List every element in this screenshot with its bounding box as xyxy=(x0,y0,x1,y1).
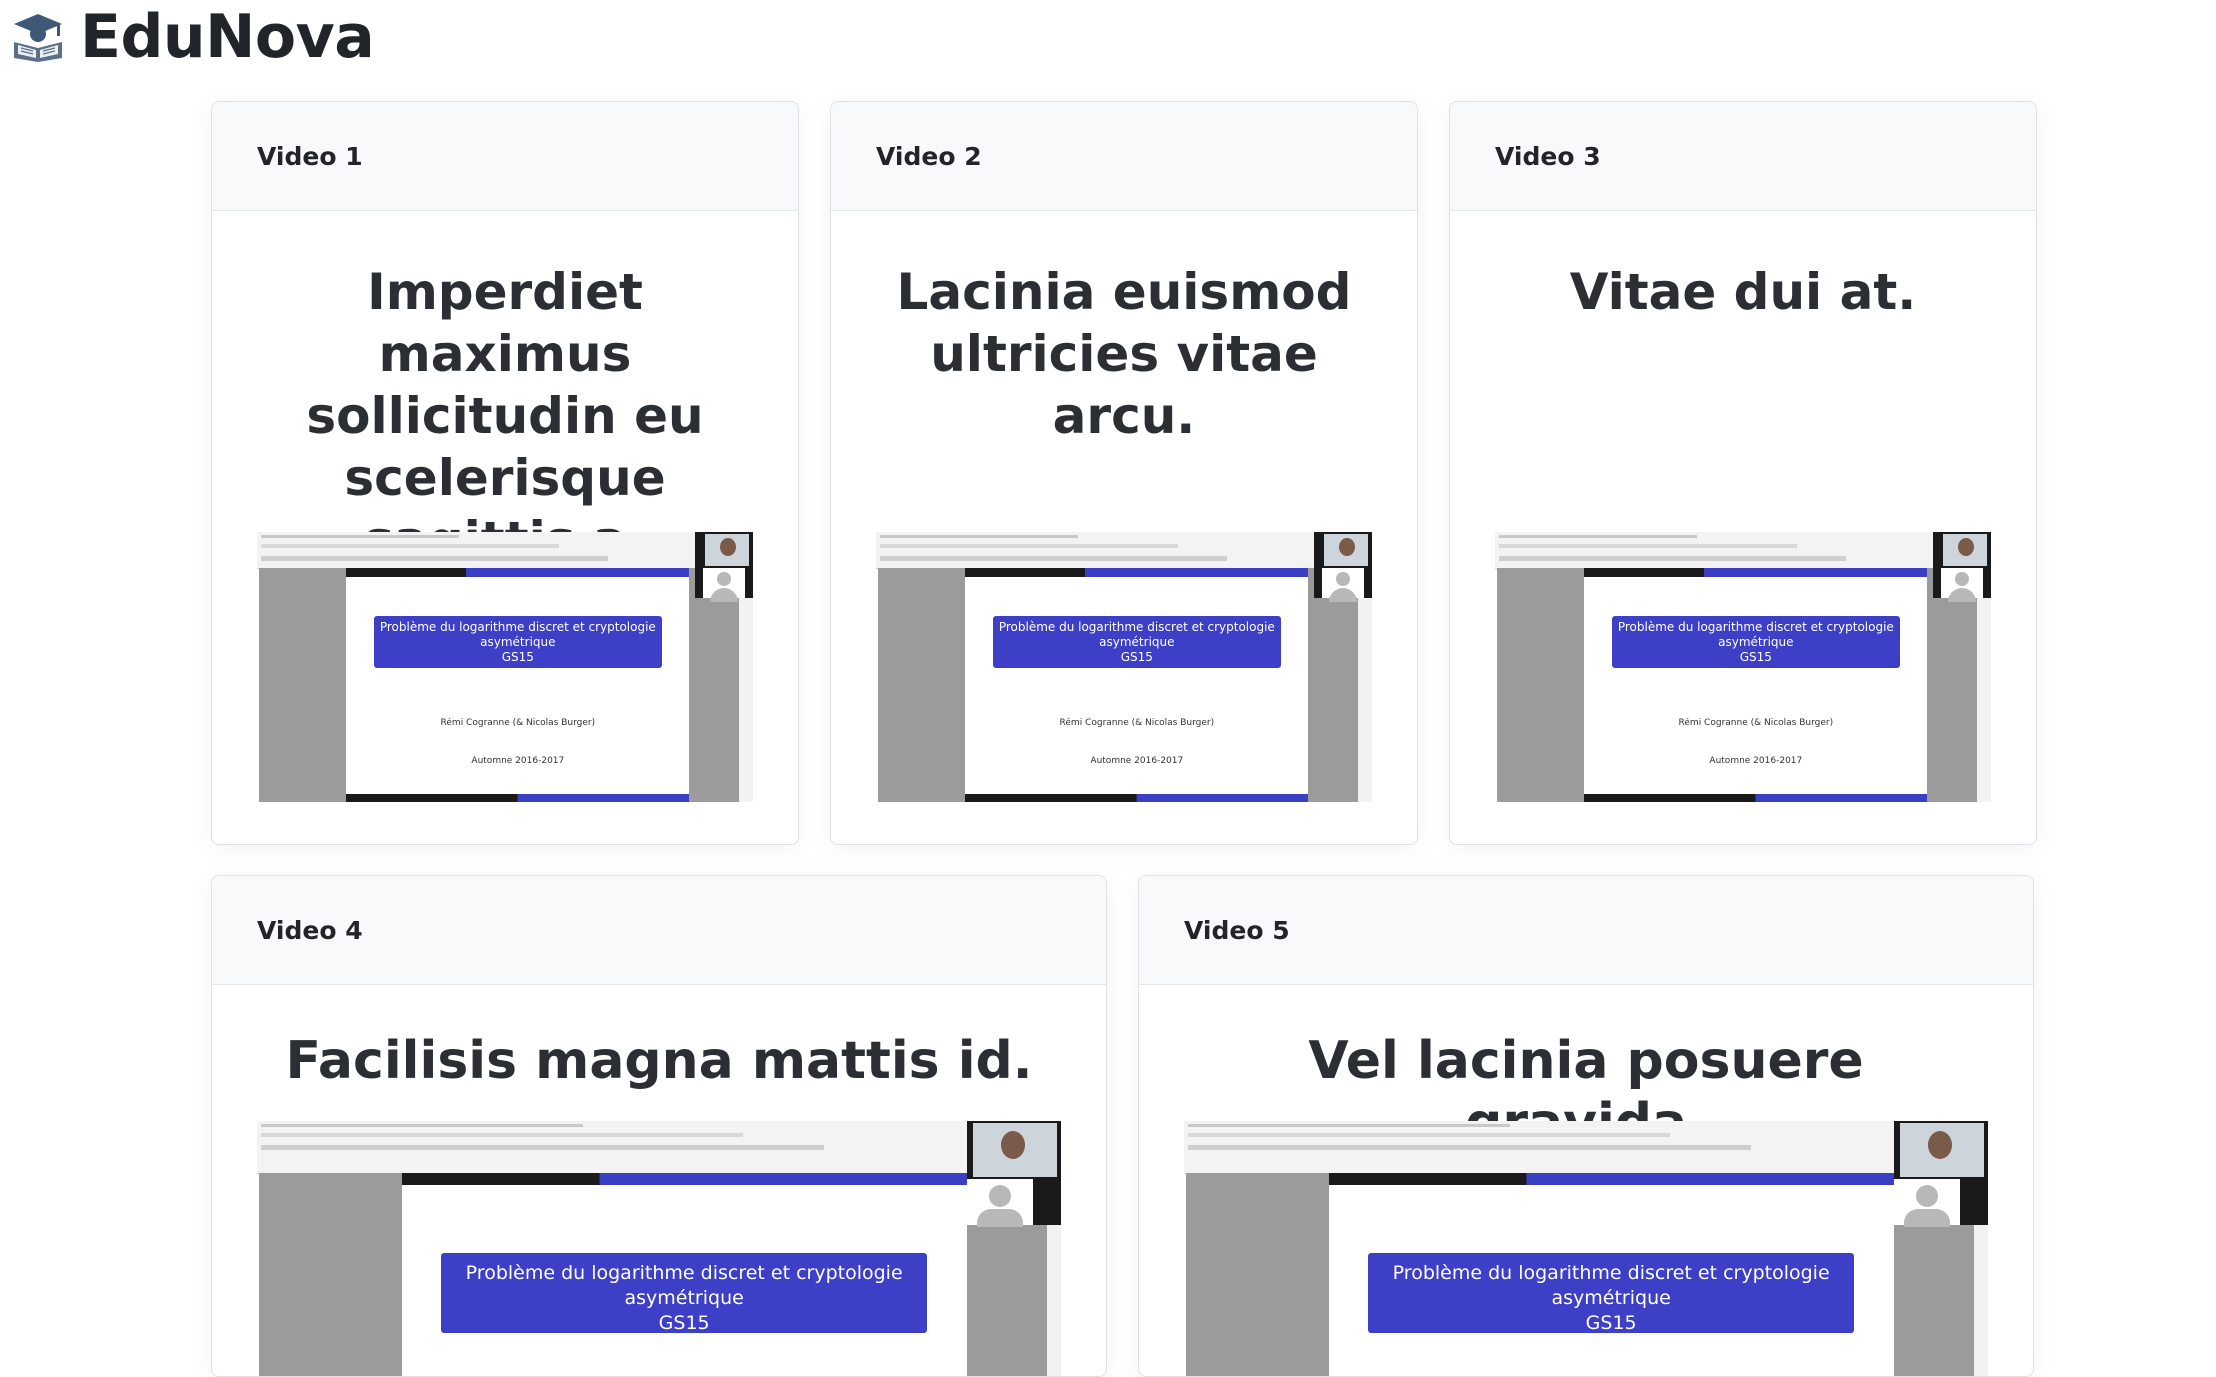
slide-code: GS15 xyxy=(1739,650,1772,664)
video-thumbnail[interactable]: Problème du logarithme discret et crypto… xyxy=(876,532,1372,802)
video-thumbnail[interactable]: Problème du logarithme discret et crypto… xyxy=(1495,532,1991,802)
video-card[interactable]: Video 2 Lacinia euismod ultricies vitae … xyxy=(830,101,1418,845)
pdf-toolbar xyxy=(1184,1121,1988,1174)
card-header: Video 3 xyxy=(1450,102,2036,211)
webcam-overlay xyxy=(1933,532,1991,602)
avatar-icon xyxy=(1322,568,1364,602)
slide-title: Problème du logarithme discret et crypto… xyxy=(998,620,1275,649)
webcam-overlay xyxy=(967,1121,1061,1227)
webcam-overlay xyxy=(1314,532,1372,602)
video-card[interactable]: Video 5 Vel lacinia posuere gravida. Pro… xyxy=(1138,875,2034,1377)
slide: Problème du logarithme discret et crypto… xyxy=(1328,1173,1894,1376)
slide: Problème du logarithme discret et crypto… xyxy=(965,568,1309,802)
slide-date: Automne 2016-2017 xyxy=(471,756,565,766)
slide-author: Rémi Cogranne (& Nicolas Burger) xyxy=(1678,718,1834,728)
slide: Problème du logarithme discret et crypto… xyxy=(346,568,690,802)
slide-code: GS15 xyxy=(1120,650,1153,664)
pdf-toolbar xyxy=(257,532,753,569)
card-header: Video 2 xyxy=(831,102,1417,211)
video-thumbnail[interactable]: Problème du logarithme discret et crypto… xyxy=(257,532,753,802)
webcam-overlay xyxy=(695,532,753,602)
avatar-icon xyxy=(967,1179,1033,1227)
top-bar: EduNova xyxy=(10,2,375,72)
avatar-icon xyxy=(703,568,745,602)
slide-title: Problème du logarithme discret et crypto… xyxy=(379,620,656,649)
video-thumbnail[interactable]: Problème du logarithme discret et crypto… xyxy=(257,1121,1061,1376)
video-card[interactable]: Video 1 Imperdiet maximus sollicitudin e… xyxy=(211,101,799,845)
slide-date: Automne 2016-2017 xyxy=(1709,756,1803,766)
avatar-icon xyxy=(1894,1179,1960,1227)
card-header: Video 5 xyxy=(1139,876,2033,985)
video-card[interactable]: Video 3 Vitae dui at. Problème du logari… xyxy=(1449,101,2037,845)
avatar-icon xyxy=(1941,568,1983,602)
video-grid-row-1: Video 1 Imperdiet maximus sollicitudin e… xyxy=(211,101,2037,845)
video-title: Imperdiet maximus sollicitudin eu sceler… xyxy=(306,263,704,569)
pdf-toolbar xyxy=(257,1121,1061,1174)
slide: Problème du logarithme discret et crypto… xyxy=(1584,568,1928,802)
video-title: Facilisis magna mattis id. xyxy=(285,1031,1033,1091)
slide-author: Rémi Cogranne (& Nicolas Burger) xyxy=(440,718,596,728)
webcam-overlay xyxy=(1894,1121,1988,1227)
reading-student-icon[interactable] xyxy=(10,12,66,62)
video-thumbnail[interactable]: Problème du logarithme discret et crypto… xyxy=(1184,1121,1988,1376)
card-header: Video 4 xyxy=(212,876,1106,985)
pdf-toolbar xyxy=(876,532,1372,569)
slide-code: GS15 xyxy=(501,650,534,664)
slide: Problème du logarithme discret et crypto… xyxy=(401,1173,967,1376)
pdf-toolbar xyxy=(1495,532,1991,569)
card-header: Video 1 xyxy=(212,102,798,211)
slide-date: Automne 2016-2017 xyxy=(1090,756,1184,766)
video-grid-row-2: Video 4 Facilisis magna mattis id. Probl… xyxy=(211,875,2034,1377)
video-title: Vitae dui at. xyxy=(1569,263,1917,321)
slide-title: Problème du logarithme discret et crypto… xyxy=(465,1262,903,1309)
slide-title: Problème du logarithme discret et crypto… xyxy=(1617,620,1894,649)
brand-name[interactable]: EduNova xyxy=(80,2,375,72)
video-card[interactable]: Video 4 Facilisis magna mattis id. Probl… xyxy=(211,875,1107,1377)
video-title: Lacinia euismod ultricies vitae arcu. xyxy=(896,263,1352,445)
slide-author: Rémi Cogranne (& Nicolas Burger) xyxy=(1059,718,1215,728)
slide-title: Problème du logarithme discret et crypto… xyxy=(1392,1262,1830,1309)
